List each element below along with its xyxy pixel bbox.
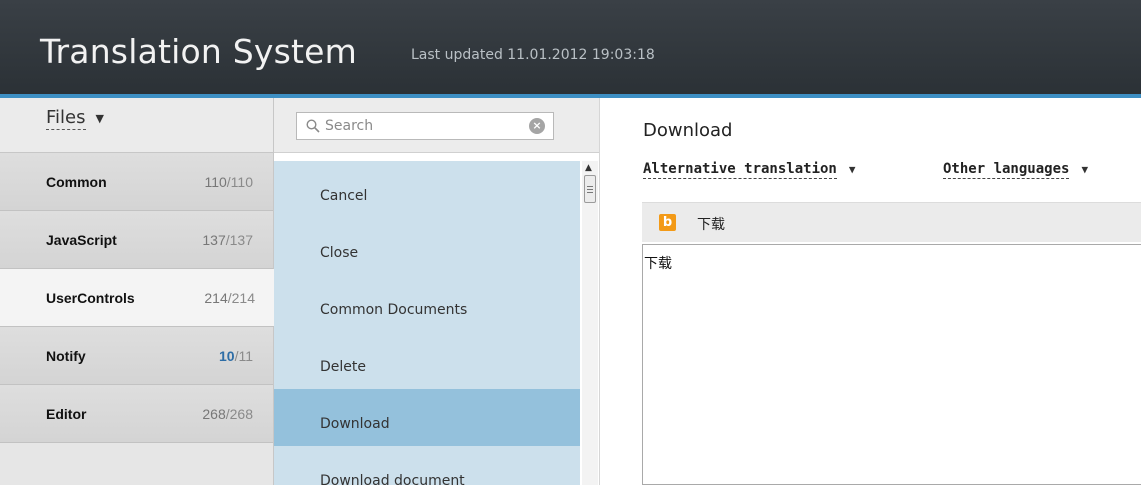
file-name: JavaScript [46, 232, 117, 248]
file-count: 137/137 [202, 232, 253, 248]
file-row-editor[interactable]: Editor 268/268 [0, 385, 273, 443]
editor-title: Download [643, 120, 733, 141]
file-count: 10/11 [219, 348, 253, 364]
file-count-total: /214 [227, 290, 255, 306]
alternative-translation-label: Alternative translation [643, 161, 837, 179]
key-item-close[interactable]: Close [274, 218, 580, 275]
files-panel: Files ▼ Common 110/110 JavaScript 137/13… [0, 98, 275, 485]
search-input[interactable] [325, 118, 529, 134]
key-item-label: Close [320, 245, 359, 261]
other-languages-dropdown[interactable]: Other languages ▼ [943, 160, 1088, 179]
file-name: Common [46, 174, 107, 190]
file-count-done: 268 [202, 406, 226, 422]
file-row-common[interactable]: Common 110/110 [0, 153, 273, 211]
translation-input[interactable]: 下载 [642, 244, 1141, 485]
file-name: Notify [46, 348, 86, 364]
key-list: Cancel Close Common Documents Delete Dow… [274, 161, 580, 485]
suggestion-text[interactable]: 下载 [697, 214, 725, 234]
key-item-label: Common Documents [320, 302, 468, 318]
search-box: × [296, 112, 554, 140]
file-name: Editor [46, 406, 87, 422]
editor-panel: Download Alternative translation ▼ Other… [600, 98, 1141, 485]
other-languages-label: Other languages [943, 161, 1070, 179]
files-dropdown-label: Files [46, 107, 86, 130]
file-count-done: 214 [204, 290, 228, 306]
file-name: UserControls [46, 290, 135, 306]
app-title: Translation System [40, 32, 357, 71]
file-count-total: /11 [234, 348, 253, 364]
key-list-scrollbar[interactable]: ▲ [582, 161, 598, 485]
key-item-label: Download document [320, 473, 465, 485]
file-count: 268/268 [202, 406, 253, 422]
file-row-javascript[interactable]: JavaScript 137/137 [0, 211, 273, 269]
keys-panel: × Cancel Close Common Documents Delete D… [274, 98, 600, 485]
files-dropdown[interactable]: Files ▼ [46, 107, 104, 130]
file-count-done: 137 [202, 232, 226, 248]
key-item-label: Download [320, 416, 390, 432]
key-item-delete[interactable]: Delete [274, 332, 580, 389]
alternative-translation-dropdown[interactable]: Alternative translation ▼ [643, 160, 856, 179]
key-item-download-document[interactable]: Download document [274, 446, 580, 485]
chevron-down-icon: ▼ [95, 112, 104, 125]
app-header: Translation System Last updated 11.01.20… [0, 0, 1141, 94]
chevron-down-icon: ▼ [1081, 163, 1089, 176]
scroll-up-arrow-icon[interactable]: ▲ [585, 163, 592, 173]
file-count-done: 110 [204, 174, 227, 190]
clear-icon[interactable]: × [529, 118, 545, 134]
file-count-total: /137 [225, 232, 253, 248]
key-item-label: Cancel [320, 188, 368, 204]
file-row-usercontrols[interactable]: UserControls 214/214 [0, 269, 275, 327]
scroll-thumb[interactable] [584, 175, 596, 203]
file-count: 214/214 [204, 290, 255, 306]
key-item-common-documents[interactable]: Common Documents [274, 275, 580, 332]
file-count-done: 10 [218, 348, 235, 364]
keys-header: × [274, 98, 599, 153]
key-item-label: Delete [320, 359, 366, 375]
last-updated-text: Last updated 11.01.2012 19:03:18 [411, 47, 655, 63]
files-header: Files ▼ [0, 98, 273, 153]
file-count-total: /268 [225, 406, 253, 422]
file-row-notify[interactable]: Notify 10/11 [0, 327, 273, 385]
bing-icon: b [659, 214, 676, 231]
file-count: 110/110 [204, 174, 253, 190]
chevron-down-icon: ▼ [848, 163, 856, 176]
search-icon [301, 119, 325, 133]
file-count-total: /110 [226, 174, 253, 190]
key-item-cancel[interactable]: Cancel [274, 161, 580, 218]
machine-translation-suggestion[interactable]: b 下载 [642, 202, 1141, 242]
key-item-download[interactable]: Download [274, 389, 580, 446]
